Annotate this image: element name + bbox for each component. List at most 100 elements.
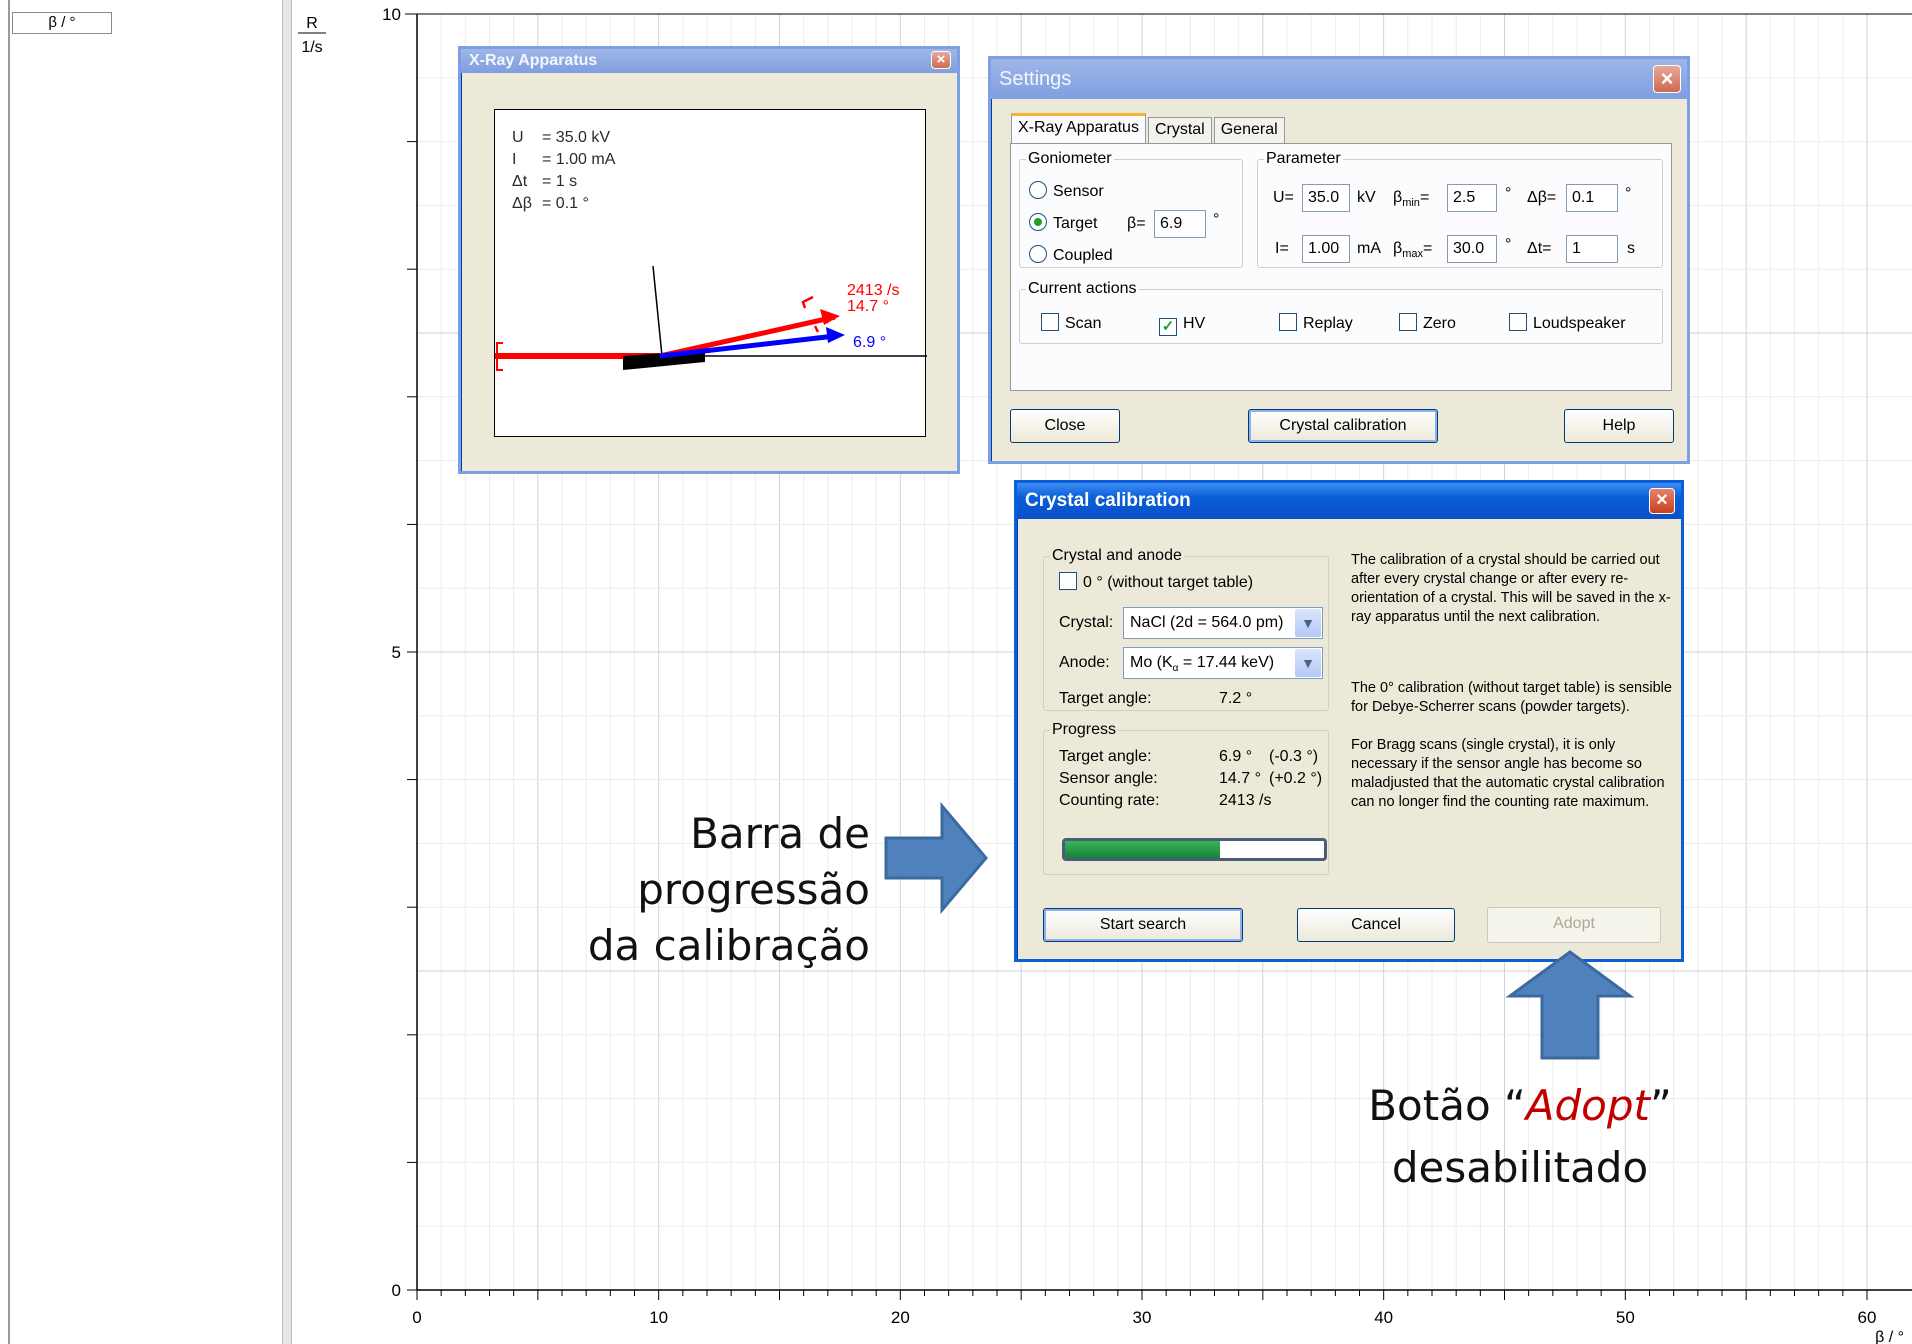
checkbox-zero-box[interactable] (1399, 313, 1417, 331)
radio-sensor[interactable]: Sensor (1029, 180, 1104, 204)
checkbox-loudspeaker-box[interactable] (1509, 313, 1527, 331)
tab-crystal[interactable]: Crystal (1147, 117, 1212, 143)
close-button[interactable]: Close (1010, 409, 1120, 443)
crystal-calibration-button[interactable]: Crystal calibration (1248, 409, 1438, 443)
xray-schematic: U = 35.0 kV I = 1.00 mA Δt = 1 s Δβ = 0.1 ° … (494, 109, 927, 437)
settings-window: Settings × X-Ray Apparatus Crystal Gener… (988, 56, 1690, 464)
settings-title: Settings (999, 68, 1072, 90)
progress-target-delta: (-0.3 °) (1269, 748, 1319, 765)
i-input[interactable]: 1.00 (1302, 235, 1350, 263)
x-unit-label: β / ° (1875, 1329, 1904, 1344)
target-angle-label: 6.9 ° (853, 334, 886, 351)
delta-beta-input[interactable]: 0.1 (1566, 184, 1618, 212)
y-unit-label: R (306, 15, 318, 32)
beta-min-label: βmin= (1393, 189, 1430, 210)
tab-panel: Goniometer Sensor Target β= 6.9 ° Couple… (1010, 143, 1672, 391)
settings-titlebar[interactable]: Settings × (991, 59, 1687, 99)
beta-column-header[interactable]: β / ° (12, 12, 112, 34)
crystal-select[interactable]: NaCl (2d = 564.0 pm) ▼ (1123, 607, 1323, 639)
progress-fill (1065, 841, 1221, 858)
u-input[interactable]: 35.0 (1302, 184, 1350, 212)
checkbox-zero[interactable]: Zero (1399, 312, 1456, 336)
target-angle-label: Target angle: (1059, 690, 1152, 707)
radio-target-button[interactable] (1029, 213, 1047, 231)
cancel-button[interactable]: Cancel (1297, 908, 1455, 942)
close-icon[interactable]: × (1649, 488, 1675, 514)
help-button[interactable]: Help (1564, 409, 1674, 443)
target-angle-value: 7.2 ° (1219, 690, 1253, 707)
goniometer-diagram: 2413 /s 14.7 ° 6.9 ° (495, 265, 927, 371)
adopt-button[interactable]: Adopt (1487, 907, 1661, 943)
progress-target-value: 6.9 ° (1219, 748, 1253, 765)
u-label: U= (1273, 189, 1294, 206)
close-icon[interactable]: × (931, 51, 951, 69)
adopt-annotation-line1: Botão “Adopt” (1368, 1081, 1672, 1130)
start-search-button[interactable]: Start search (1043, 908, 1243, 942)
radio-coupled-button[interactable] (1029, 245, 1047, 263)
progress-rate-value: 2413 /s (1219, 792, 1272, 809)
beta-unit: ° (1213, 211, 1220, 228)
left-panel (0, 0, 290, 1344)
zero-calibration-checkbox[interactable] (1059, 572, 1077, 590)
delta-t-label: Δt= (1527, 240, 1552, 257)
checkbox-replay[interactable]: Replay (1279, 312, 1353, 336)
calibration-titlebar[interactable]: Crystal calibration × (1017, 483, 1681, 519)
adopt-annotation: Botão “Adopt” desabilitado (1340, 1075, 1700, 1199)
checkbox-replay-box[interactable] (1279, 313, 1297, 331)
progress-annotation-line2: da calibração (587, 921, 870, 970)
progress-sensor-value: 14.7 ° (1219, 770, 1261, 787)
anode-select[interactable]: Mo (Kα = 17.44 keV) ▼ (1123, 647, 1323, 679)
checkbox-scan-box[interactable] (1041, 313, 1059, 331)
xray-window-titlebar[interactable]: X-Ray Apparatus × (461, 49, 957, 73)
tab-general[interactable]: General (1213, 117, 1285, 143)
target-arrowhead (826, 327, 845, 343)
close-icon[interactable]: × (1653, 65, 1681, 93)
i-unit: mA (1357, 240, 1381, 257)
checkbox-hv[interactable]: ✓ HV (1159, 312, 1205, 336)
current-actions-legend: Current actions (1028, 280, 1137, 297)
progress-target-label: Target angle: (1059, 748, 1152, 765)
y-tick-label: 0 (392, 1281, 401, 1300)
progress-legend: Progress (1052, 721, 1117, 738)
normal-line (652, 265, 663, 357)
calibration-title: Crystal calibration (1025, 490, 1191, 511)
xray-apparatus-window: X-Ray Apparatus × U = 35.0 kV I = 1.00 mA … (458, 46, 960, 474)
x-tick-label: 20 (891, 1308, 910, 1327)
chevron-down-icon[interactable]: ▼ (1295, 609, 1321, 637)
panel-splitter[interactable] (282, 0, 292, 1344)
checkbox-loudspeaker[interactable]: Loudspeaker (1509, 312, 1626, 336)
radio-target[interactable]: Target (1029, 212, 1097, 236)
parameter-legend: Parameter (1266, 150, 1341, 167)
y-tick-label: 5 (392, 643, 401, 662)
chevron-down-icon[interactable]: ▼ (1295, 649, 1321, 677)
calibration-progress-bar (1062, 838, 1327, 861)
zero-calibration-option[interactable]: 0 ° (without target table) (1059, 571, 1253, 595)
checkbox-scan[interactable]: Scan (1041, 312, 1101, 336)
beta-max-label: βmax= (1393, 240, 1433, 261)
goniometer-legend: Goniometer (1028, 150, 1112, 167)
beta-min-input[interactable]: 2.5 (1447, 184, 1497, 212)
x-tick-label: 60 (1858, 1308, 1877, 1327)
x-tick-label: 50 (1616, 1308, 1635, 1327)
sensor-angle-label: 14.7 ° (847, 298, 889, 315)
delta-t-input[interactable]: 1 (1566, 235, 1618, 263)
radio-coupled[interactable]: Coupled (1029, 244, 1113, 268)
progress-sensor-label: Sensor angle: (1059, 770, 1158, 787)
anode-label: Anode: (1059, 654, 1110, 671)
delta-beta-unit: ° (1625, 185, 1632, 202)
sensor-rate-label: 2413 /s (847, 282, 899, 299)
tab-xray-apparatus[interactable]: X-Ray Apparatus (1011, 113, 1146, 143)
beta-max-unit: ° (1505, 236, 1512, 253)
calibration-info-3: For Bragg scans (single crystal), it is … (1351, 737, 1665, 810)
calibration-info-1: The calibration of a crystal should be c… (1351, 552, 1671, 625)
progress-rate-label: Counting rate: (1059, 792, 1160, 809)
beta-input[interactable]: 6.9 (1154, 210, 1206, 238)
y-axis-area (292, 0, 417, 1344)
y-tick-label: 10 (382, 5, 401, 24)
beta-max-input[interactable]: 30.0 (1447, 235, 1497, 263)
beta-min-unit: ° (1505, 185, 1512, 202)
checkbox-hv-box[interactable]: ✓ (1159, 318, 1177, 336)
y-unit-denominator: 1/s (301, 39, 322, 56)
x-axis-area (292, 1290, 1912, 1344)
radio-sensor-button[interactable] (1029, 181, 1047, 199)
